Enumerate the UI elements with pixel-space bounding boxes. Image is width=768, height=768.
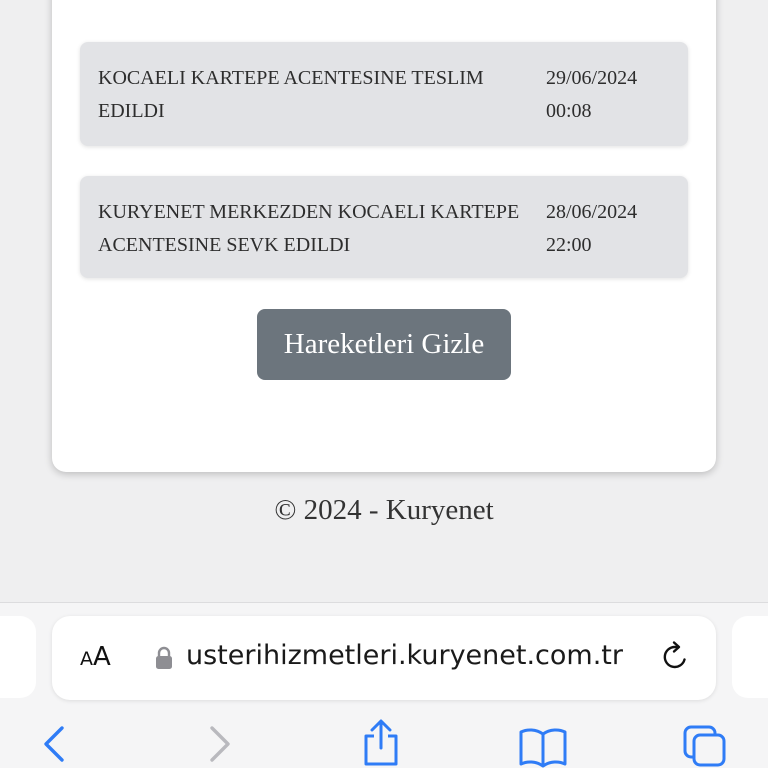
tabs-icon[interactable]	[682, 724, 728, 768]
forward-icon[interactable]	[206, 722, 234, 766]
previous-tab-pill[interactable]	[0, 616, 36, 698]
reload-icon[interactable]	[658, 640, 692, 674]
next-tab-pill[interactable]	[732, 616, 768, 698]
tracking-event: KURYENET MERKEZDEN KOCAELI KARTEPE ACENT…	[80, 176, 688, 278]
text-size-button[interactable]: AA	[80, 642, 111, 672]
footer-copyright: © 2024 - Kuryenet	[274, 494, 494, 526]
event-datetime: 28/06/2024 22:00	[546, 201, 638, 256]
back-icon[interactable]	[40, 722, 68, 766]
hide-movements-button[interactable]: Hareketleri Gizle	[257, 309, 511, 380]
tracking-event: KOCAELI KARTEPE ACENTESINE TESLIM EDILDI…	[80, 42, 688, 146]
share-icon[interactable]	[360, 718, 402, 768]
event-description: KOCAELI KARTEPE ACENTESINE TESLIM EDILDI	[98, 67, 484, 122]
event-datetime: 29/06/2024 00:08	[546, 67, 638, 122]
lock-icon	[156, 646, 172, 669]
bookmarks-icon[interactable]	[518, 726, 568, 768]
url-text[interactable]: usterihizmetleri.kuryenet.com.tr	[186, 640, 638, 671]
address-bar[interactable]: AA usterihizmetleri.kuryenet.com.tr	[52, 616, 716, 700]
event-description: KURYENET MERKEZDEN KOCAELI KARTEPE ACENT…	[98, 201, 520, 256]
